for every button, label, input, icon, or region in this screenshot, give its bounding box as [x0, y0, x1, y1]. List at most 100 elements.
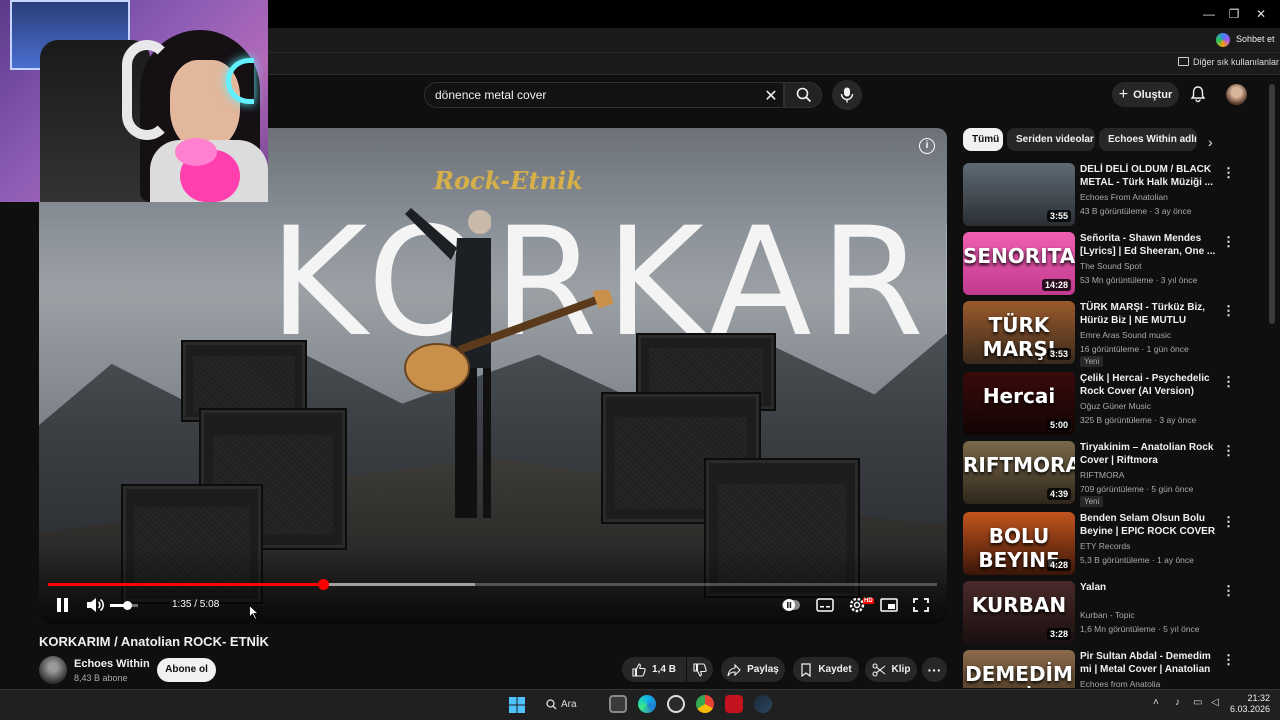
minimize-icon[interactable]: — — [1201, 6, 1217, 22]
search-button[interactable] — [784, 82, 822, 108]
more-vertical-icon[interactable]: ⋮ — [1222, 514, 1235, 530]
recommendation-channel[interactable]: Echoes from Anatolia — [1080, 679, 1160, 688]
chip-channel[interactable]: Echoes Within adlı yü — [1099, 128, 1197, 151]
recommendation-item[interactable]: TÜRK MARŞI 3:53 TÜRK MARŞI - Türküz Biz, H… — [963, 301, 1263, 367]
share-button[interactable]: Paylaş — [721, 657, 785, 682]
recommendation-item[interactable]: KURBAN 3:28 Yalan Kurban - Topic 1,6 Mn görü… — [963, 581, 1263, 645]
recommendation-channel[interactable]: Emre Aras Sound music — [1080, 330, 1171, 340]
edge-browser-icon[interactable] — [638, 695, 656, 713]
video-thumbnail[interactable]: DEMEDİM Mİ — [963, 650, 1075, 688]
notifications-bell-icon[interactable] — [1189, 85, 1207, 103]
recommendation-channel[interactable]: Oğuz Güner Music — [1080, 401, 1151, 411]
progress-scrubber[interactable] — [317, 579, 329, 590]
speaker-icon[interactable]: ◁ — [1211, 697, 1219, 708]
chrome-browser-icon[interactable] — [696, 695, 714, 713]
recommendation-stats: 43 B görüntüleme · 3 ay önce — [1080, 206, 1192, 216]
recommendation-title[interactable]: TÜRK MARŞI - Türküz Biz, Hürüz Biz | NE … — [1080, 301, 1216, 327]
windows-start-icon[interactable] — [509, 697, 525, 713]
microphone-icon[interactable]: ♪ — [1175, 697, 1180, 708]
recommendation-title[interactable]: Pir Sultan Abdal - Demedim mi | Metal Co… — [1080, 650, 1216, 676]
volume-icon[interactable] — [85, 596, 105, 614]
recommendation-item[interactable]: 3:55 DELİ DELİ OLDUM / BLACK METAL - Türk… — [963, 163, 1263, 227]
video-thumbnail[interactable]: RIFTMORA 4:39 — [963, 441, 1075, 504]
recommendation-title[interactable]: Tiryakinim – Anatolian Rock Cover | Rift… — [1080, 441, 1216, 467]
taskbar-clock[interactable]: 21:32 6.03.2026 — [1228, 693, 1270, 715]
voice-search-button[interactable] — [832, 80, 862, 110]
recommendation-title[interactable]: Señorita - Shawn Mendes [Lyrics] | Ed Sh… — [1080, 232, 1216, 258]
progress-bar[interactable] — [48, 579, 937, 590]
voice-app-icon[interactable] — [725, 695, 743, 713]
recommendation-item[interactable]: SENORITA 14:28 Señorita - Shawn Mendes [Ly… — [963, 232, 1263, 296]
more-vertical-icon[interactable]: ⋮ — [1222, 583, 1235, 599]
recommendation-item[interactable]: BOLU BEYINE 4:28 Benden Selam Olsun Bolu B… — [963, 512, 1263, 576]
other-favorites-link[interactable]: Diğer sık kullanılanlar — [1193, 57, 1279, 67]
subtitles-icon[interactable] — [815, 596, 835, 614]
steam-icon[interactable] — [754, 695, 772, 713]
video-duration-badge: 3:53 — [1046, 348, 1071, 360]
more-vertical-icon[interactable]: ⋮ — [1222, 303, 1235, 319]
dislike-button[interactable] — [687, 657, 713, 682]
copilot-icon[interactable] — [1216, 33, 1230, 47]
recommendation-title[interactable]: Yalan — [1080, 581, 1216, 594]
channel-subscriber-count: 8,43 B abone — [74, 673, 128, 683]
recommendation-item[interactable]: Hercai 5:00 Çelik | Hercai - Psychedelic R… — [963, 372, 1263, 436]
fullscreen-icon[interactable] — [911, 596, 931, 614]
more-vertical-icon[interactable]: ⋮ — [1222, 652, 1235, 668]
volume-slider[interactable] — [110, 601, 138, 610]
close-icon[interactable]: ✕ — [1253, 6, 1269, 22]
more-vertical-icon[interactable]: ⋮ — [1222, 443, 1235, 459]
recommendation-channel[interactable]: RIFTMORA — [1080, 470, 1124, 480]
autoplay-toggle-icon[interactable] — [781, 596, 801, 614]
chip-series[interactable]: Seriden videolar — [1007, 128, 1095, 151]
info-icon[interactable]: i — [919, 138, 935, 154]
app-icon[interactable] — [667, 695, 685, 713]
more-vertical-icon[interactable]: ⋮ — [1222, 165, 1235, 181]
restore-icon[interactable]: ❐ — [1226, 6, 1242, 22]
subscribe-button[interactable]: Abone ol — [157, 658, 216, 682]
page-scrollbar[interactable] — [1269, 84, 1275, 324]
more-vertical-icon[interactable]: ⋮ — [1222, 234, 1235, 250]
video-thumbnail[interactable]: 3:55 — [963, 163, 1075, 226]
more-vertical-icon[interactable]: ⋮ — [1222, 374, 1235, 390]
recommendation-title[interactable]: Çelik | Hercai - Psychedelic Rock Cover … — [1080, 372, 1216, 398]
recommendation-item[interactable]: DEMEDİM Mİ Pir Sultan Abdal - Demedim mi … — [963, 650, 1263, 688]
video-thumbnail[interactable]: SENORITA 14:28 — [963, 232, 1075, 295]
copilot-label[interactable]: Sohbet et — [1236, 34, 1275, 44]
more-actions-button[interactable]: ··· — [922, 657, 947, 682]
search-box[interactable]: dönence metal cover — [424, 82, 784, 108]
channel-name[interactable]: Echoes Within — [74, 658, 150, 670]
recommendation-title[interactable]: Benden Selam Olsun Bolu Beyine | EPIC RO… — [1080, 512, 1216, 538]
network-icon[interactable]: ▭ — [1193, 697, 1202, 708]
chip-all[interactable]: Tümü — [963, 128, 1003, 151]
save-button[interactable]: Kaydet — [793, 657, 859, 682]
video-thumbnail[interactable]: TÜRK MARŞI 3:53 — [963, 301, 1075, 364]
recommendation-channel[interactable]: Kurban - Topic — [1080, 610, 1135, 620]
chevron-right-icon[interactable]: › — [1208, 134, 1213, 150]
recommendation-item[interactable]: RIFTMORA 4:39 Tiryakinim – Anatolian Rock … — [963, 441, 1263, 507]
channel-avatar[interactable] — [39, 656, 67, 684]
clear-search-icon[interactable]: ✕ — [763, 86, 779, 106]
like-button[interactable]: 1,4 B — [622, 657, 686, 682]
account-avatar[interactable] — [1226, 84, 1247, 105]
electric-guitar — [404, 290, 614, 393]
task-view-icon[interactable] — [609, 695, 627, 713]
miniplayer-icon[interactable] — [879, 596, 899, 614]
taskbar-search[interactable]: Ara — [546, 694, 590, 714]
hd-badge: HD — [863, 598, 874, 604]
create-button[interactable]: + Oluştur — [1112, 82, 1179, 107]
search-input[interactable]: dönence metal cover — [435, 88, 546, 102]
recommendation-title[interactable]: DELİ DELİ OLDUM / BLACK METAL - Türk Hal… — [1080, 163, 1216, 189]
pause-icon[interactable] — [53, 596, 73, 614]
video-player[interactable]: KORKARIM Rock-Etnik i 1:35 / 5:08 — [39, 128, 947, 624]
recommendation-channel[interactable]: The Sound Spot — [1080, 261, 1141, 271]
clip-button[interactable]: Klip — [865, 657, 917, 682]
share-icon — [727, 663, 741, 676]
video-thumbnail[interactable]: Hercai 5:00 — [963, 372, 1075, 435]
video-thumbnail[interactable]: KURBAN 3:28 — [963, 581, 1075, 644]
chevron-up-icon[interactable]: ˄ — [1153, 697, 1159, 708]
video-thumbnail[interactable]: BOLU BEYINE 4:28 — [963, 512, 1075, 575]
video-duration-badge: 14:28 — [1041, 279, 1071, 291]
recommendation-channel[interactable]: Echoes From Anatolian — [1080, 192, 1168, 202]
volume-handle[interactable] — [122, 601, 132, 610]
recommendation-channel[interactable]: ETY Records — [1080, 541, 1130, 551]
